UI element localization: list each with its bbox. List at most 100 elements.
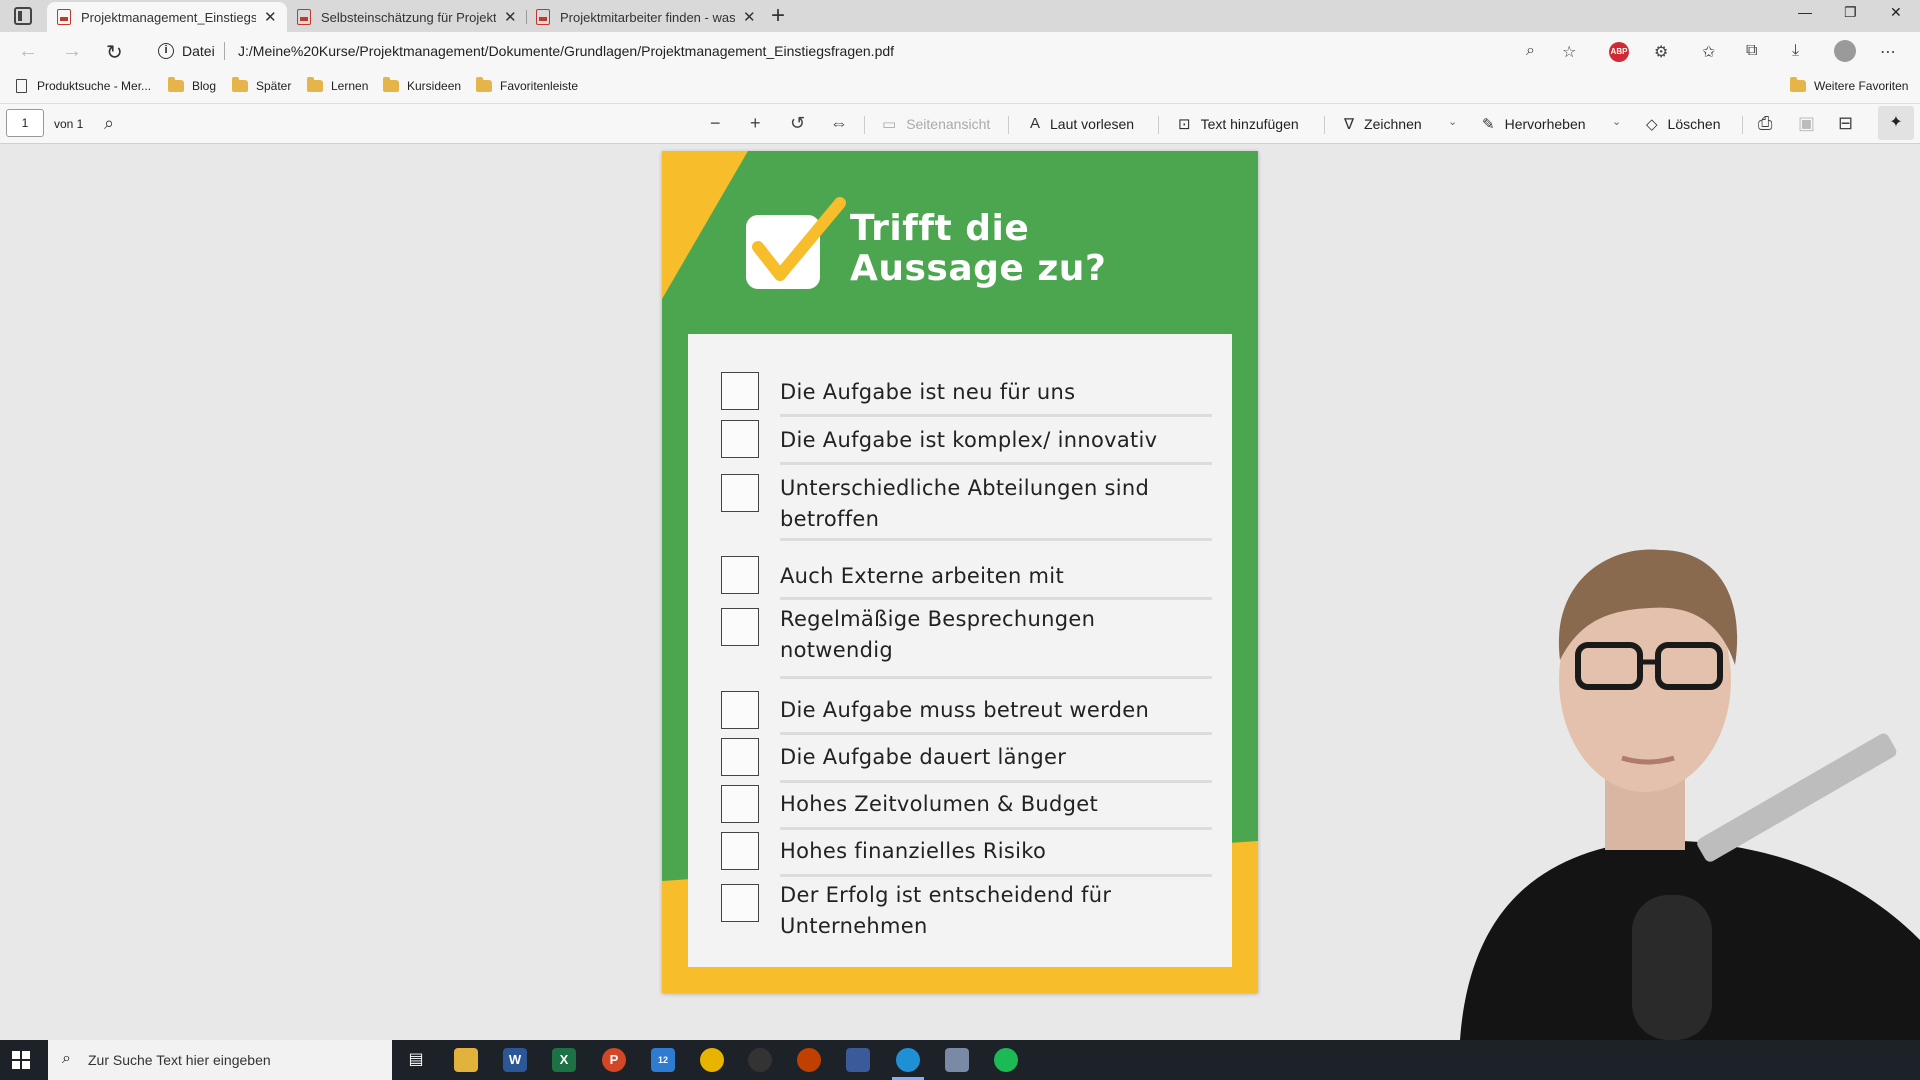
url-field[interactable]: J:/Meine%20Kurse/Projektmanagement/Dokum…	[238, 43, 894, 59]
zoom-icon[interactable]: ⌕	[1526, 42, 1535, 60]
folder-icon	[168, 77, 184, 92]
headline-line-2: Aussage zu?	[850, 248, 1107, 289]
checklist-item-label: Regelmäßige Besprechungen notwendig	[780, 607, 1096, 662]
bookmark-favoritenleiste[interactable]: Favoritenleiste	[476, 77, 579, 93]
chevron-down-icon[interactable]: ⌄	[1448, 115, 1457, 128]
page-count-label: von 1	[54, 117, 84, 131]
add-favorite-icon[interactable]: ☆	[1562, 42, 1576, 62]
checkbox[interactable]	[721, 738, 759, 776]
tab-title: Projektmitarbeiter finden - was zu beach…	[560, 9, 735, 25]
file-explorer-icon[interactable]	[454, 1048, 478, 1072]
highlight-button[interactable]: ✎ Hervorheben	[1482, 115, 1586, 133]
pdf-icon	[297, 9, 311, 25]
info-icon[interactable]: i	[158, 43, 174, 59]
spotify-icon[interactable]	[994, 1048, 1018, 1072]
restore-icon[interactable]: ❐	[1844, 4, 1857, 21]
checkbox[interactable]	[721, 372, 759, 410]
reload-icon[interactable]: ↻	[106, 40, 123, 65]
obs-icon[interactable]	[748, 1048, 772, 1072]
headline-line-1: Trifft die	[850, 208, 1030, 249]
bookmark-label: Später	[256, 79, 292, 93]
draw-icon: ∇	[1344, 116, 1355, 133]
checkbox[interactable]	[721, 691, 759, 729]
favorites-icon[interactable]: ✩	[1702, 42, 1715, 62]
checkbox[interactable]	[721, 785, 759, 823]
tab-selbsteinschaetzung[interactable]: Selbsteinschätzung für Projektmanager ✕	[287, 2, 527, 32]
chevron-down-icon[interactable]: ⌄	[1612, 115, 1621, 128]
divider	[780, 414, 1212, 417]
read-aloud-label: Laut vorlesen	[1050, 115, 1135, 132]
save-icon[interactable]: ▣	[1798, 113, 1815, 134]
address-separator	[224, 42, 225, 60]
checkbox[interactable]	[721, 884, 759, 922]
close-icon[interactable]: ✕	[743, 8, 756, 26]
taskbar-search-input[interactable]: ⌕ Zur Suche Text hier eingeben	[48, 1040, 392, 1080]
adblock-extension-icon[interactable]: ABP	[1609, 42, 1629, 62]
checkbox[interactable]	[721, 608, 759, 646]
erase-button[interactable]: ◇ Löschen	[1646, 115, 1720, 133]
app-icon[interactable]	[797, 1048, 821, 1072]
checklist-item-label: Hohes Zeitvolumen & Budget	[780, 792, 1099, 816]
bookmark-produktsuche[interactable]: Produktsuche - Mer...	[16, 79, 151, 93]
minimize-icon[interactable]: —	[1798, 4, 1812, 20]
checkbox[interactable]	[721, 474, 759, 512]
draw-label: Zeichnen	[1364, 116, 1422, 132]
pdf-icon	[536, 9, 550, 25]
rotate-icon[interactable]: ↺	[790, 113, 805, 134]
zoom-out-icon[interactable]: −	[710, 113, 721, 134]
window-close-icon[interactable]: ✕	[1890, 4, 1902, 21]
divider	[780, 732, 1212, 735]
windows-start-icon[interactable]	[12, 1051, 30, 1069]
forward-icon[interactable]: →	[62, 40, 82, 63]
bookmark-label: Favoritenleiste	[500, 79, 579, 93]
mail-icon[interactable]: 12	[651, 1048, 675, 1072]
pin-toolbar-icon[interactable]: ✦	[1878, 106, 1914, 140]
extensions-icon[interactable]: ⚙	[1654, 42, 1668, 62]
tab-actions-icon[interactable]	[14, 7, 32, 25]
print-icon[interactable]: ⎙	[1758, 113, 1772, 134]
zoom-in-icon[interactable]: +	[750, 113, 761, 134]
save-as-icon[interactable]: ⊟	[1838, 113, 1853, 134]
edge-icon[interactable]	[892, 1048, 924, 1080]
checkbox[interactable]	[721, 556, 759, 594]
divider	[780, 874, 1212, 877]
downloads-icon[interactable]: ⤓	[1792, 42, 1799, 60]
powerpoint-icon[interactable]: P	[602, 1048, 626, 1072]
page-view-label: Seitenansicht	[906, 116, 991, 132]
tab-pdf-einstiegsfragen[interactable]: Projektmanagement_Einstiegsfragen.pdf ✕	[47, 2, 287, 32]
checkbox[interactable]	[721, 420, 759, 458]
pdf-page: Trifft die Aussage zu? Die Aufgabe ist n…	[662, 151, 1258, 993]
checkbox[interactable]	[721, 832, 759, 870]
excel-icon[interactable]: X	[552, 1048, 576, 1072]
read-aloud-button[interactable]: A Laut vorlesen	[1030, 115, 1134, 132]
bookmark-label: Lernen	[331, 79, 369, 93]
close-icon[interactable]: ✕	[504, 8, 517, 26]
new-tab-button[interactable]: +	[771, 2, 785, 30]
bookmark-kursideen[interactable]: Kursideen	[383, 77, 461, 93]
profile-avatar[interactable]	[1834, 40, 1856, 62]
folder-icon	[307, 77, 323, 92]
checklist-item-label: Die Aufgabe ist komplex/ innovativ	[780, 428, 1158, 452]
chrome-icon[interactable]	[700, 1048, 724, 1072]
add-text-button[interactable]: ⊡ Text hinzufügen	[1178, 115, 1299, 133]
bookmark-spaeter[interactable]: Später	[232, 77, 292, 93]
draw-button[interactable]: ∇ Zeichnen	[1344, 115, 1422, 133]
more-menu-icon[interactable]: ⋯	[1880, 42, 1896, 62]
tab-projektmitarbeiter[interactable]: Projektmitarbeiter finden - was zu beach…	[526, 2, 766, 32]
other-favorites[interactable]: Weitere Favoriten	[1790, 77, 1908, 93]
taskbar: ⌕ Zur Suche Text hier eingeben ▤ W X P 1…	[0, 1040, 1920, 1080]
app-icon[interactable]	[846, 1048, 870, 1072]
back-icon[interactable]: ←	[18, 40, 38, 63]
close-icon[interactable]: ✕	[264, 8, 277, 26]
word-icon[interactable]: W	[503, 1048, 527, 1072]
app-icon[interactable]	[945, 1048, 969, 1072]
bookmark-lernen[interactable]: Lernen	[307, 77, 369, 93]
page-number-input[interactable]: 1	[6, 109, 44, 137]
bookmark-blog[interactable]: Blog	[168, 77, 216, 93]
search-icon[interactable]: ⌕	[104, 113, 114, 134]
task-view-icon[interactable]: ▤	[404, 1048, 428, 1072]
page-view-button[interactable]: ▭ Seitenansicht	[882, 115, 990, 133]
fit-page-icon[interactable]: ⇔	[830, 113, 848, 134]
collections-icon[interactable]: ⧉	[1746, 42, 1757, 60]
page-view-icon: ▭	[882, 116, 897, 133]
